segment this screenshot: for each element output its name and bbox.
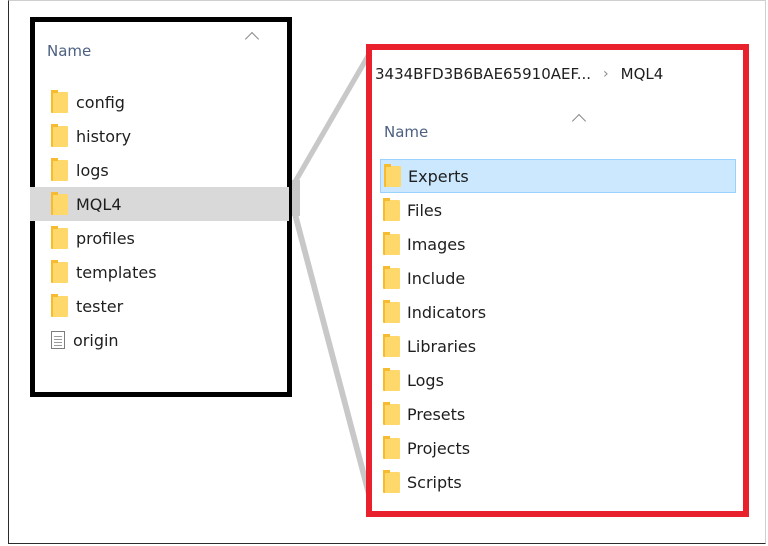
item-label: profiles: [76, 228, 135, 248]
folder-icon: [383, 367, 400, 391]
item-label: config: [76, 92, 125, 112]
folder-icon: [383, 333, 400, 357]
right-item-logs[interactable]: Logs: [380, 363, 736, 397]
folder-icon: [51, 225, 68, 249]
breadcrumb-item-parent[interactable]: 3434BFD3B6BAE65910AEF...: [375, 65, 591, 83]
folder-icon: [51, 293, 68, 317]
folder-icon: [383, 231, 400, 255]
item-label: logs: [76, 160, 109, 180]
item-label: Indicators: [407, 302, 487, 322]
folder-icon: [383, 265, 400, 289]
name-column-header[interactable]: Name: [384, 123, 428, 141]
right-file-list: Experts Files Images Include Indicators …: [380, 159, 736, 499]
breadcrumb-separator-icon[interactable]: ›: [603, 66, 609, 82]
left-item-origin[interactable]: origin: [48, 323, 288, 357]
left-item-mql4[interactable]: MQL4: [30, 187, 289, 221]
right-item-scripts[interactable]: Scripts: [380, 465, 736, 499]
item-label: Experts: [408, 166, 469, 186]
sort-ascending-icon[interactable]: [571, 113, 587, 129]
item-label: Images: [407, 234, 466, 254]
folder-icon: [51, 123, 68, 147]
folder-icon: [51, 157, 68, 181]
breadcrumb-item-current[interactable]: MQL4: [621, 65, 664, 83]
right-item-images[interactable]: Images: [380, 227, 736, 261]
folder-icon: [383, 299, 400, 323]
right-item-indicators[interactable]: Indicators: [380, 295, 736, 329]
folder-icon: [384, 163, 401, 187]
folder-icon: [51, 259, 68, 283]
right-item-include[interactable]: Include: [380, 261, 736, 295]
left-item-templates[interactable]: templates: [48, 255, 288, 289]
item-label: Projects: [407, 438, 471, 458]
left-file-list: config history logs MQL4 profiles templa…: [30, 85, 289, 357]
item-label: Logs: [407, 370, 444, 390]
folder-icon: [383, 435, 400, 459]
sort-ascending-icon[interactable]: [244, 31, 260, 47]
name-column-header[interactable]: Name: [47, 42, 91, 60]
item-label: Files: [407, 200, 443, 220]
item-label: Scripts: [407, 472, 462, 492]
item-label: Include: [407, 268, 466, 288]
folder-icon: [383, 401, 400, 425]
breadcrumb: 3434BFD3B6BAE65910AEF... › MQL4: [375, 65, 663, 83]
left-explorer-panel: Name config history logs MQL4 profiles t…: [30, 17, 292, 397]
item-label: Libraries: [407, 336, 477, 356]
item-label: Presets: [407, 404, 466, 424]
left-item-tester[interactable]: tester: [48, 289, 288, 323]
right-item-libraries[interactable]: Libraries: [380, 329, 736, 363]
left-item-config[interactable]: config: [48, 85, 288, 119]
item-label: tester: [76, 296, 124, 316]
folder-icon: [383, 469, 400, 493]
right-item-presets[interactable]: Presets: [380, 397, 736, 431]
left-item-logs[interactable]: logs: [48, 153, 288, 187]
folder-icon: [51, 191, 68, 215]
item-label: origin: [73, 330, 119, 350]
right-item-experts[interactable]: Experts: [380, 159, 736, 193]
right-explorer-panel: 3434BFD3B6BAE65910AEF... › MQL4 Name Exp…: [366, 44, 749, 517]
folder-icon: [383, 197, 400, 221]
item-label: history: [76, 126, 132, 146]
item-label: MQL4: [76, 194, 122, 214]
left-item-history[interactable]: history: [48, 119, 288, 153]
file-icon: [51, 331, 65, 349]
right-item-projects[interactable]: Projects: [380, 431, 736, 465]
right-item-files[interactable]: Files: [380, 193, 736, 227]
item-label: templates: [76, 262, 157, 282]
left-item-profiles[interactable]: profiles: [48, 221, 288, 255]
folder-icon: [51, 89, 68, 113]
